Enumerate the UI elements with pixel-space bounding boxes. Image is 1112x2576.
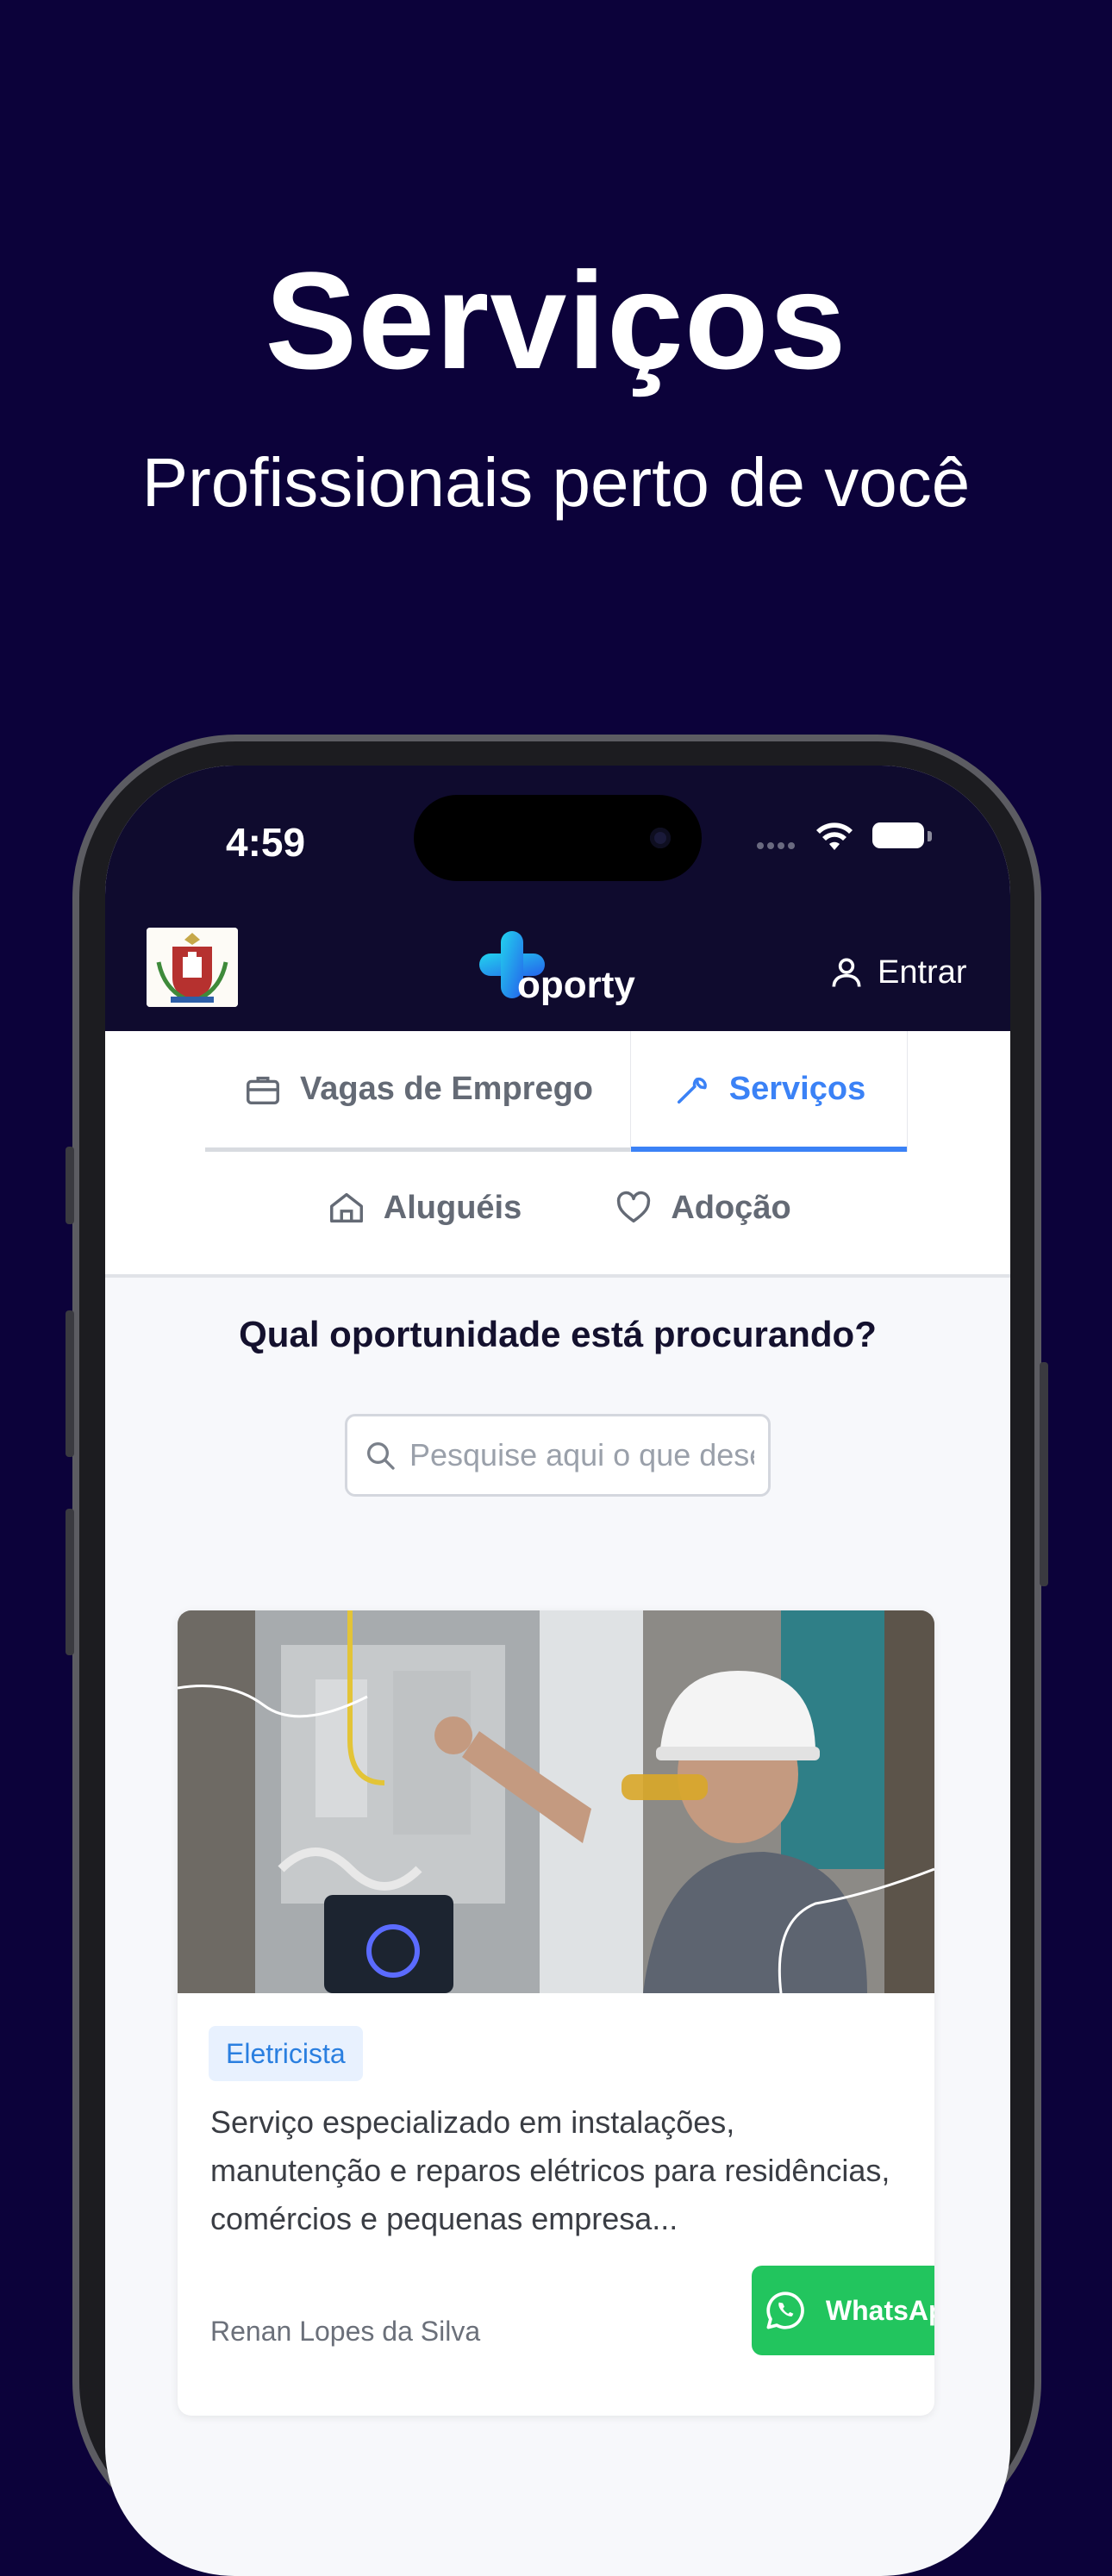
briefcase-icon (247, 1076, 279, 1104)
oporty-logo-text: oporty (517, 964, 635, 1006)
wrench-icon (677, 1078, 707, 1104)
side-button (66, 1310, 74, 1457)
battery-cap (928, 831, 932, 841)
tab-adocao[interactable]: Adoção (603, 1160, 802, 1255)
service-description: Serviço especializado em instalações, ma… (210, 2104, 890, 2236)
provider-name: Renan Lopes da Silva (210, 2316, 481, 2347)
whatsapp-label: WhatsApp (825, 2294, 934, 2326)
side-button (66, 1509, 74, 1655)
side-button (1040, 1362, 1048, 1586)
search-icon (367, 1442, 395, 1470)
dynamic-island (414, 795, 702, 881)
camera-icon (650, 828, 671, 848)
hero-subtitle: Profissionais perto de você (141, 444, 971, 521)
search-question: Qual oportunidade está procurando? (239, 1314, 877, 1354)
login-label: Entrar (878, 953, 967, 991)
signal-icon (757, 838, 798, 853)
whatsapp-button[interactable]: WhatsApp (752, 2266, 934, 2355)
electrician-photo (178, 1610, 934, 1993)
heart-icon (617, 1191, 651, 1223)
tab-label: Aluguéis (383, 1189, 522, 1226)
home-icon (329, 1192, 363, 1223)
status-time: 4:59 (226, 820, 306, 865)
tab-label: Vagas de Emprego (300, 1071, 594, 1107)
phone-screen: 4:59 oporty Entrar Vagas de Emprego Serv… (105, 766, 1010, 2576)
tab-alugueis[interactable]: Aluguéis (321, 1160, 528, 1255)
user-icon (832, 958, 861, 987)
tabs-divider (105, 1274, 1010, 1278)
tab-label: Serviços (728, 1070, 866, 1107)
category-tabs: Vagas de Emprego Serviços Aluguéis Adoçã… (105, 1031, 1010, 1274)
hero-title: Serviços (265, 243, 847, 397)
service-card[interactable]: Eletricista Serviço especializado em ins… (178, 1610, 934, 2416)
battery-icon (872, 822, 924, 848)
category-badge: Eletricista (209, 2026, 363, 2081)
wifi-icon (816, 822, 853, 850)
search-input[interactable] (409, 1437, 754, 1473)
login-button[interactable]: Entrar (828, 948, 966, 997)
side-button (66, 1147, 74, 1224)
search-box[interactable] (345, 1414, 771, 1497)
whatsapp-icon (766, 2292, 804, 2329)
city-crest-logo[interactable] (147, 928, 238, 1007)
tab-label: Adoção (671, 1189, 791, 1226)
tab-servicos[interactable]: Serviços (631, 1031, 907, 1152)
